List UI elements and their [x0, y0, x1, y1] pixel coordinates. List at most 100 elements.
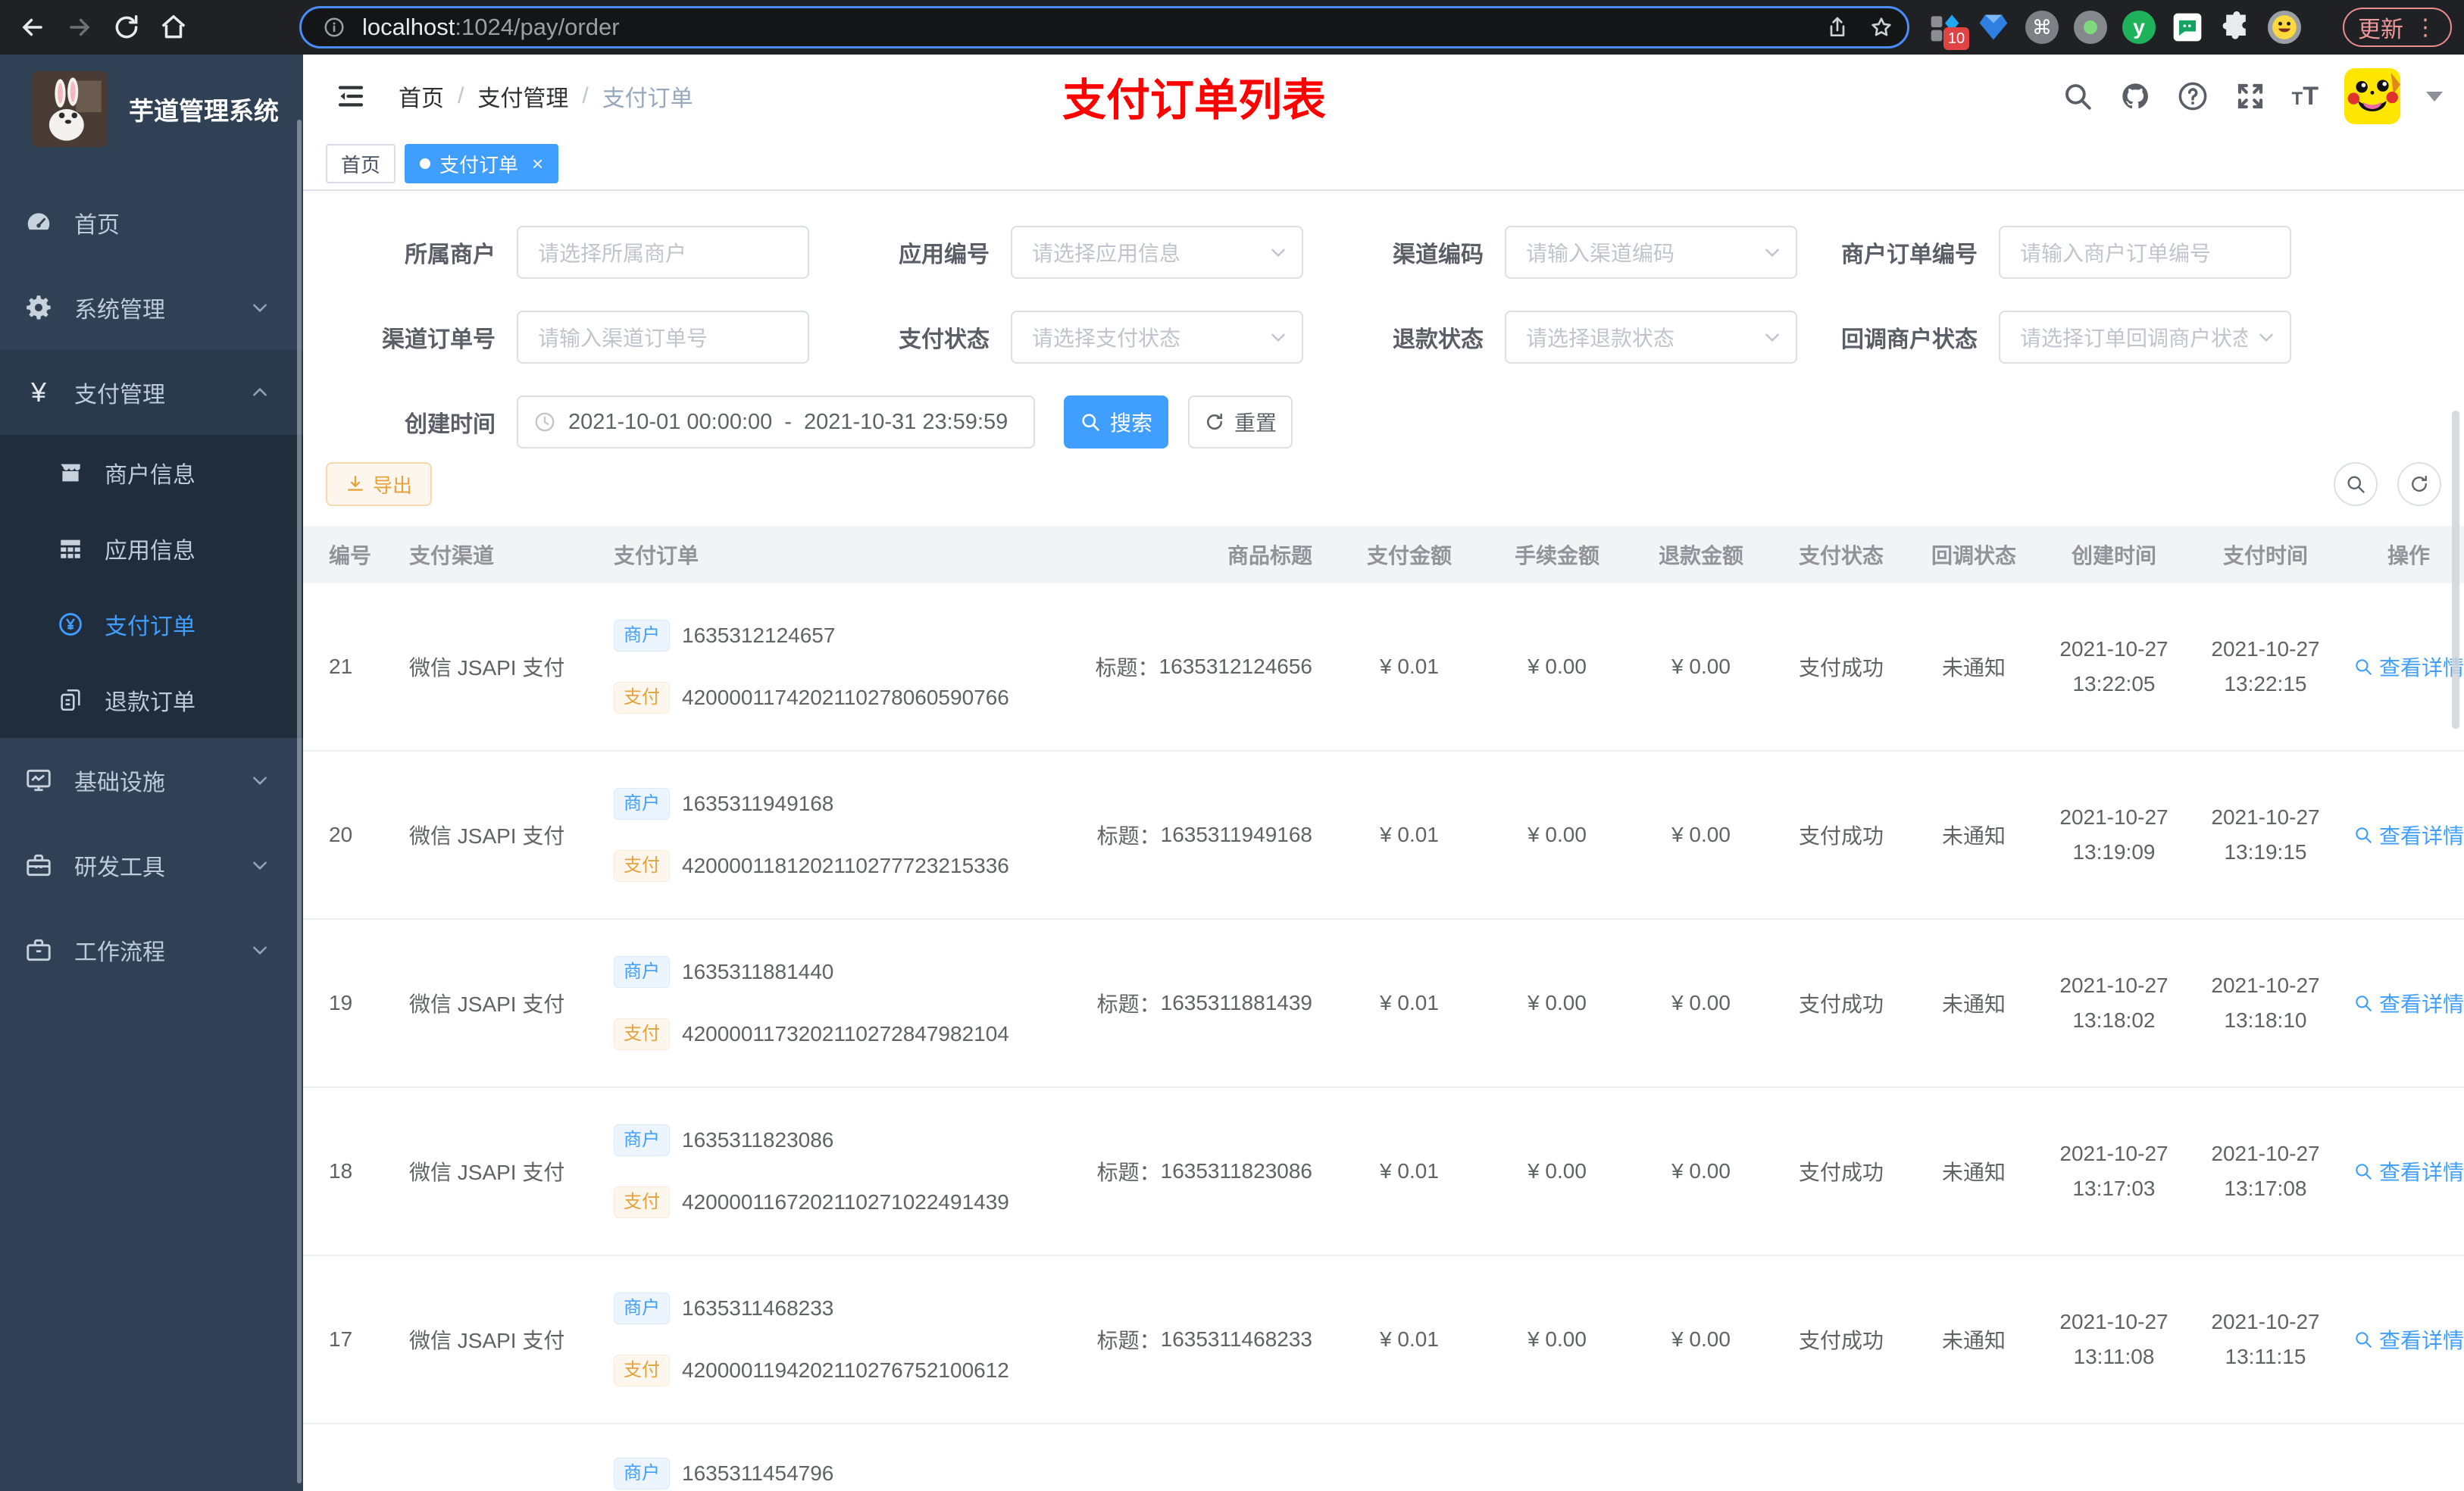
sidebar-toggle-icon[interactable] [335, 80, 367, 112]
channel-code-select[interactable]: 请输入渠道编码 [1505, 226, 1797, 279]
search-icon [1080, 411, 1101, 433]
sidebar-item-merchant-info[interactable]: 商户信息 [0, 435, 303, 511]
filter-app: 应用编号 请选择应用信息 [820, 226, 1314, 279]
export-button[interactable]: 导出 [326, 462, 433, 506]
pay-tag: 支付 [614, 682, 670, 714]
url-text: localhost:1024/pay/order [362, 14, 620, 41]
sidebar-item-payment[interactable]: ¥ 支付管理 [0, 350, 303, 435]
sidebar-item-infra[interactable]: 基础设施 [0, 738, 303, 823]
merchant-input[interactable]: 请选择所属商户 [517, 226, 809, 279]
pay-tag: 支付 [614, 850, 670, 883]
chevron-down-icon [1268, 327, 1288, 347]
merchant-order-no: 1635311881440 [682, 959, 834, 983]
view-detail-link[interactable]: 查看详情 [2353, 1324, 2464, 1355]
fullscreen-icon[interactable] [2234, 80, 2266, 112]
avatar-caret-icon[interactable] [2426, 91, 2443, 102]
merchant-tag: 商户 [614, 619, 670, 652]
url-bar[interactable]: localhost:1024/pay/order [299, 6, 1909, 48]
merchant-order-no: 1635311468233 [682, 1296, 834, 1320]
filter-channel-order-no: 渠道订单号 请输入渠道订单号 [326, 311, 820, 364]
filter-merchant-order-no: 商户订单编号 请输入商户订单编号 [1808, 226, 2302, 279]
extensions-row: 10 ⌘ y [1928, 0, 2301, 55]
tab-home[interactable]: 首页 [326, 144, 396, 183]
app-select[interactable]: 请选择应用信息 [1011, 226, 1303, 279]
pay-order-no: 4200001174202110278060590766 [682, 686, 1009, 710]
back-icon[interactable] [18, 13, 47, 42]
sidebar-item-home[interactable]: 首页 [0, 180, 303, 265]
font-size-icon[interactable]: TT [2292, 82, 2319, 111]
filter-refund-status: 退款状态 请选择退款状态 [1314, 311, 1808, 364]
sidebar-item-workflow[interactable]: 工作流程 [0, 908, 303, 992]
tab-close-icon[interactable]: × [532, 152, 543, 176]
navbar-actions: TT [2062, 68, 2443, 124]
show-search-button[interactable] [2334, 462, 2378, 506]
view-detail-link[interactable]: 查看详情 [2353, 1156, 2464, 1186]
extension-dot-icon[interactable] [2074, 11, 2107, 44]
chevron-down-icon [250, 940, 270, 960]
extension-command-icon[interactable]: ⌘ [2025, 11, 2059, 44]
extensions-puzzle-icon[interactable] [2219, 11, 2253, 44]
home-icon[interactable] [159, 13, 188, 42]
pay-status-select[interactable]: 请选择支付状态 [1011, 311, 1303, 364]
browser-menu-icon[interactable]: ⋮ [2414, 14, 2437, 41]
pay-order-no: 4200001173202110272847982104 [682, 1022, 1009, 1046]
extension-y-icon[interactable]: y [2122, 11, 2156, 44]
url-path: :1024/pay/order [455, 14, 620, 40]
url-host: localhost [362, 14, 455, 40]
tab-pay-order[interactable]: 支付订单 × [405, 144, 559, 183]
extension-gem-icon[interactable] [1977, 11, 2010, 44]
sidebar-item-label: 应用信息 [105, 539, 195, 564]
page-annotation: 支付订单列表 [1062, 76, 1327, 125]
sidebar-scrollbar[interactable] [297, 120, 302, 1483]
refund-status-select[interactable]: 请选择退款状态 [1505, 311, 1797, 364]
merchant-order-no: 1635311823086 [682, 1127, 834, 1152]
extension-tiles-icon[interactable]: 10 [1928, 11, 1969, 50]
sidebar-item-label: 研发工具 [74, 855, 165, 880]
sidebar-item-refund-order[interactable]: 退款订单 [0, 662, 303, 738]
notify-status-select[interactable]: 请选择订单回调商户状态 [1999, 311, 2291, 364]
pay-order-no: 4200001181202110277723215336 [682, 854, 1009, 878]
breadcrumb-current: 支付订单 [602, 86, 693, 111]
reload-icon[interactable] [112, 13, 141, 42]
sidebar-item-devtools[interactable]: 研发工具 [0, 823, 303, 908]
clock-icon [533, 411, 556, 433]
sidebar-item-app-info[interactable]: 应用信息 [0, 511, 303, 586]
pay-tag: 支付 [614, 1355, 670, 1387]
document-copy-icon [58, 687, 83, 713]
date-range-picker[interactable]: 2021-10-01 00:00:00 - 2021-10-31 23:59:5… [517, 395, 1035, 449]
sidebar-logo-row[interactable]: 芋道管理系统 [0, 55, 303, 153]
app-title: 芋道管理系统 [129, 97, 279, 125]
view-detail-link[interactable]: 查看详情 [2353, 820, 2464, 850]
extension-emoji-icon[interactable] [2268, 11, 2301, 44]
sidebar-item-label: 首页 [74, 213, 120, 238]
sidebar-item-pay-order[interactable]: 支付订单 [0, 586, 303, 662]
search-icon[interactable] [2062, 80, 2093, 112]
forward-icon[interactable] [65, 13, 94, 42]
sidebar-item-label: 系统管理 [74, 298, 165, 323]
site-info-icon[interactable] [323, 16, 346, 39]
content-scrollbar[interactable] [2452, 411, 2459, 729]
browser-update-button[interactable]: 更新 ⋮ [2343, 8, 2452, 47]
chevron-down-icon [250, 855, 270, 875]
refresh-table-button[interactable] [2397, 462, 2441, 506]
share-icon[interactable] [1825, 15, 1850, 39]
extension-chat-icon[interactable] [2171, 11, 2204, 44]
view-detail-link[interactable]: 查看详情 [2353, 988, 2464, 1018]
sidebar-item-system[interactable]: 系统管理 [0, 265, 303, 350]
bookmark-star-icon[interactable] [1869, 15, 1893, 39]
breadcrumb: 首页 / 支付管理 / 支付订单 [399, 80, 693, 113]
channel-order-no-input[interactable]: 请输入渠道订单号 [517, 311, 809, 364]
tags-view: 首页 支付订单 × [303, 138, 2464, 191]
browser-chrome: localhost:1024/pay/order 10 ⌘ y 更新 ⋮ [0, 0, 2464, 55]
search-button[interactable]: 搜索 [1064, 395, 1168, 449]
chevron-up-icon [250, 383, 270, 402]
breadcrumb-payment[interactable]: 支付管理 [477, 80, 568, 113]
breadcrumb-home[interactable]: 首页 [399, 80, 444, 113]
github-icon[interactable] [2119, 80, 2151, 112]
view-detail-link[interactable]: 查看详情 [2353, 652, 2464, 682]
merchant-order-no-input[interactable]: 请输入商户订单编号 [1999, 226, 2291, 279]
user-avatar[interactable] [2344, 68, 2400, 124]
active-dot [420, 158, 431, 169]
help-icon[interactable] [2177, 80, 2209, 112]
reset-button[interactable]: 重置 [1188, 395, 1293, 449]
